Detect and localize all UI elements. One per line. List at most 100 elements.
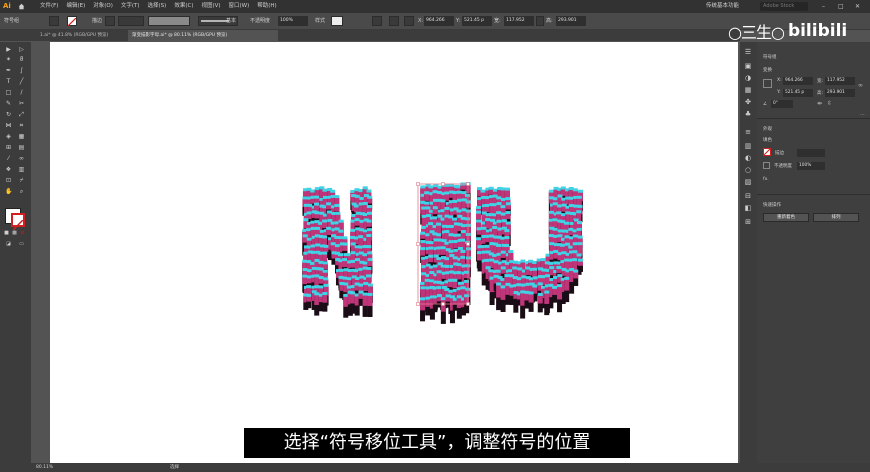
width-tool-icon[interactable]: ⋈ (5, 122, 12, 129)
stroke-weight-field[interactable] (797, 149, 825, 157)
shaper-tool-icon[interactable]: ✎ (5, 100, 12, 107)
graphic-style-swatch[interactable] (331, 16, 343, 26)
selection-handle[interactable] (416, 302, 420, 306)
reference-point-icon[interactable] (763, 79, 772, 88)
rotate-tool-icon[interactable]: ↻ (5, 111, 12, 118)
opacity-input[interactable]: 100% (278, 16, 308, 26)
shape-builder-tool-icon[interactable]: ◈ (5, 133, 12, 140)
eyedropper-tool-icon[interactable]: ⁄ (5, 155, 12, 162)
angle-field[interactable]: 0° (771, 100, 793, 108)
direct-selection-tool-icon[interactable]: ▷ (18, 46, 25, 53)
type-tool-icon[interactable]: T (5, 78, 12, 85)
artboard-canvas[interactable] (50, 42, 738, 463)
mesh-tool-icon[interactable]: ⊞ (5, 144, 12, 151)
menu-type[interactable]: 文字(T) (121, 0, 140, 13)
flip-horizontal-icon[interactable]: ⇹ (817, 100, 824, 107)
gradient-mode-icon[interactable]: ▩ (11, 230, 18, 237)
menu-help[interactable]: 帮助(H) (257, 0, 276, 13)
close-icon[interactable]: ✕ (855, 0, 860, 13)
column-graph-tool-icon[interactable]: ▥ (18, 166, 25, 173)
line-tool-icon[interactable]: ╱ (18, 78, 25, 85)
selection-handle[interactable] (441, 302, 445, 306)
align-panel-icon[interactable]: ⊟ (744, 192, 752, 200)
menu-edit[interactable]: 编辑(E) (66, 0, 85, 13)
stock-search-input[interactable]: Adobe Stock (760, 2, 808, 11)
flip-vertical-icon[interactable]: ⇳ (827, 100, 834, 107)
maximize-icon[interactable]: □ (838, 0, 844, 13)
eraser-tool-icon[interactable]: ✂ (18, 100, 25, 107)
y-field[interactable]: 521.45 p (783, 89, 813, 97)
selection-handle[interactable] (466, 182, 470, 186)
zoom-level[interactable]: 80.11% (36, 463, 53, 472)
selection-handle[interactable] (416, 182, 420, 186)
height-field[interactable]: 293.901 (825, 89, 855, 97)
lasso-tool-icon[interactable]: ϑ (18, 56, 25, 63)
menu-window[interactable]: 窗口(W) (229, 0, 250, 13)
selection-tool-icon[interactable]: ▶ (5, 46, 12, 53)
stroke-weight-field[interactable] (118, 16, 144, 26)
menu-effect[interactable]: 效果(C) (174, 0, 193, 13)
layers-panel-icon[interactable]: ▣ (744, 62, 752, 70)
artboard-tool-icon[interactable]: ⊡ (5, 177, 12, 184)
graphic-styles-panel-icon[interactable]: ▨ (744, 178, 752, 186)
constrain-proportions-icon[interactable]: ∞ (858, 82, 863, 91)
stroke-weight-stepper[interactable] (105, 16, 115, 26)
tab-document-2[interactable]: 渐变描影字母.ai* @ 80.11% (RGB/GPU 预览) (128, 30, 278, 41)
recolor-button[interactable]: 重新着色 (763, 213, 809, 222)
arrange-button[interactable]: 排列 (813, 213, 859, 222)
pathfinder-panel-icon[interactable]: ◧ (744, 204, 752, 212)
curvature-tool-icon[interactable]: ∫ (18, 67, 25, 74)
menu-file[interactable]: 文件(F) (40, 0, 58, 13)
magic-wand-tool-icon[interactable]: ✶ (5, 56, 12, 63)
symbols-panel-icon[interactable]: ♣ (744, 110, 752, 118)
fx-button[interactable]: fx. (763, 177, 769, 182)
stroke-panel-icon[interactable]: ≡ (744, 128, 752, 136)
free-transform-tool-icon[interactable]: ⌗ (18, 122, 25, 129)
zoom-tool-icon[interactable]: ⌕ (18, 188, 25, 195)
width-input[interactable]: 117.952 (504, 16, 534, 26)
menu-select[interactable]: 选择(S) (148, 0, 167, 13)
draw-mode-icon[interactable]: ◪ (5, 241, 12, 248)
opacity-field[interactable]: 100% (797, 162, 825, 170)
artboards-panel-icon[interactable]: ⊞ (744, 218, 752, 226)
tab-document-1[interactable]: 1.ai* @ 41.8% (RGB/GPU 预览) (36, 30, 126, 41)
selection-handle[interactable] (466, 242, 470, 246)
transparency-panel-icon[interactable]: ◐ (744, 154, 752, 162)
workspace-switcher[interactable]: 传统基本功能 (706, 0, 739, 13)
transform-icon[interactable] (389, 16, 399, 26)
y-input[interactable]: 521.45 p (462, 16, 492, 26)
align-icon[interactable] (372, 16, 382, 26)
rectangle-tool-icon[interactable]: □ (5, 89, 12, 96)
gradient-panel-icon[interactable]: ▥ (744, 142, 752, 150)
pen-tool-icon[interactable]: ✒ (5, 67, 12, 74)
brushes-panel-icon[interactable]: ✤ (744, 98, 752, 106)
slice-tool-icon[interactable]: ⌿ (18, 177, 25, 184)
scale-tool-icon[interactable]: ⤢ (18, 111, 25, 118)
hand-tool-icon[interactable]: ✋ (5, 188, 12, 195)
color-panel-icon[interactable]: ◑ (744, 74, 752, 82)
appearance-panel-icon[interactable]: ○ (744, 166, 752, 174)
stroke-swatch[interactable] (763, 148, 771, 156)
x-input[interactable]: 964.266 (424, 16, 454, 26)
perspective-grid-tool-icon[interactable]: ▦ (18, 133, 25, 140)
properties-panel-icon[interactable]: ☰ (744, 48, 752, 56)
reference-point-icon[interactable] (404, 16, 414, 26)
none-mode-icon[interactable]: ⊘ (19, 230, 26, 237)
selection-handle[interactable] (466, 302, 470, 306)
gradient-tool-icon[interactable]: ▤ (18, 144, 25, 151)
screen-mode-icon[interactable]: ▭ (18, 241, 25, 248)
selection-handle[interactable] (441, 182, 445, 186)
blend-tool-icon[interactable]: ∞ (18, 155, 25, 162)
minimize-icon[interactable]: – (822, 0, 825, 13)
x-field[interactable]: 964.266 (783, 77, 813, 85)
home-icon[interactable] (18, 3, 25, 10)
paintbrush-tool-icon[interactable]: ∕ (18, 89, 25, 96)
more-options-icon[interactable]: ⋯ (860, 112, 865, 118)
stroke-color-swatch[interactable] (11, 213, 25, 231)
menu-object[interactable]: 对象(O) (93, 0, 113, 13)
stroke-swatch[interactable] (67, 16, 77, 27)
width-field[interactable]: 117.952 (825, 77, 855, 85)
menu-view[interactable]: 视图(V) (201, 0, 220, 13)
variable-width-profile[interactable] (148, 16, 190, 26)
selection-handle[interactable] (416, 242, 420, 246)
